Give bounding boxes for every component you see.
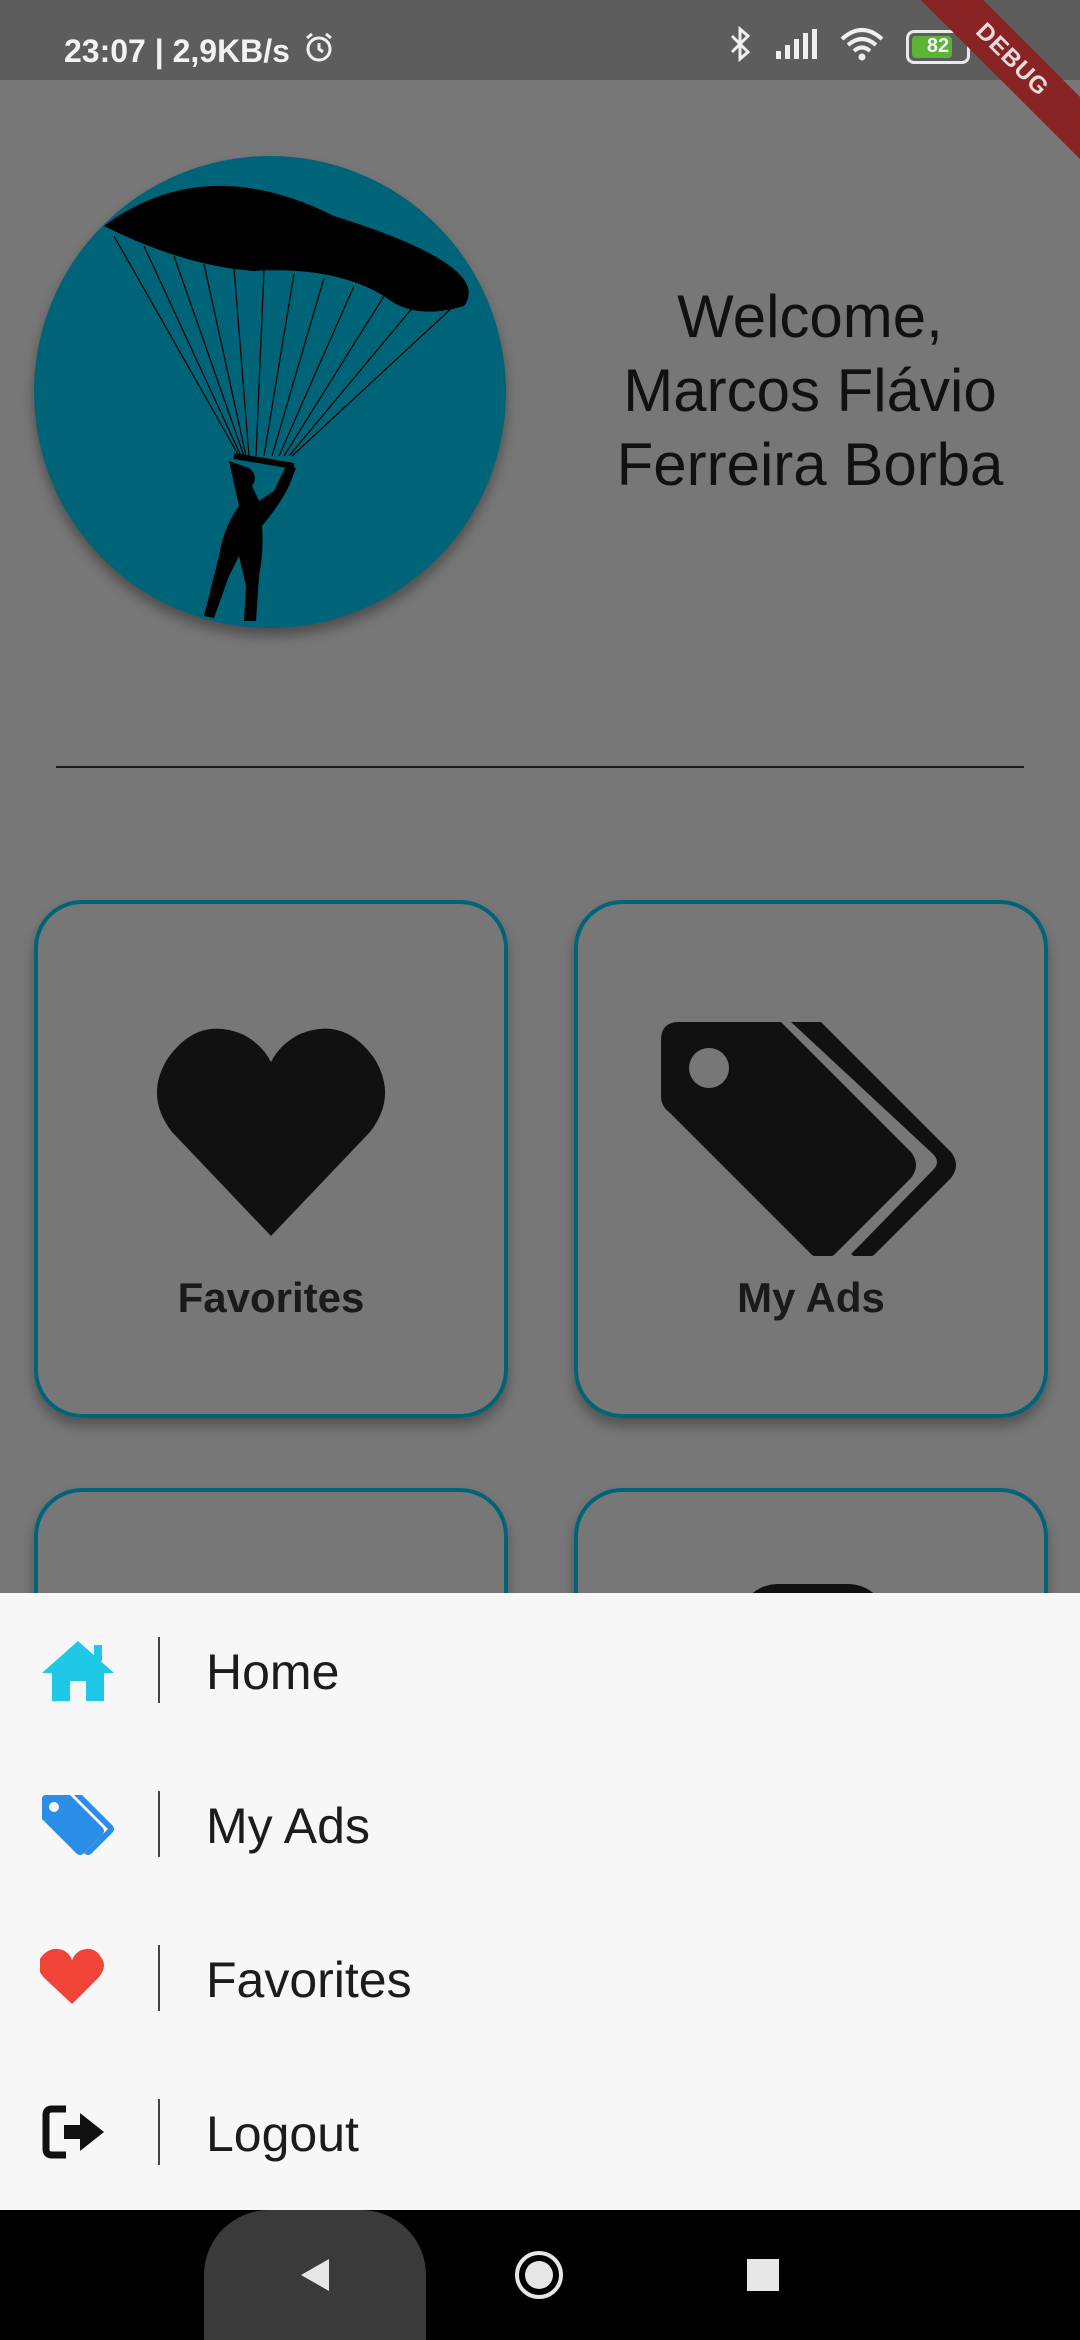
menu-label-my-ads: My Ads — [206, 1798, 370, 1854]
menu-item-home[interactable]: Home — [0, 1593, 1080, 1747]
menu-item-favorites[interactable]: Favorites — [0, 1901, 1080, 2055]
welcome-text: Welcome, Marcos Flávio Ferreira Borba — [616, 283, 1004, 498]
section-divider — [56, 766, 1024, 768]
bottom-menu: Home My Ads Favorites Logout — [0, 1593, 1080, 2210]
welcome-message: Welcome, Marcos Flávio Ferreira Borba — [560, 280, 1060, 502]
favorites-card-label: Favorites — [177, 1274, 365, 1321]
recents-icon[interactable] — [718, 2210, 808, 2340]
navigation-bar — [0, 2210, 1080, 2340]
status-time-speed: 23:07 | 2,9KB/s — [64, 32, 290, 69]
signal-icon — [774, 27, 818, 66]
tags-icon — [578, 1020, 1044, 1261]
profile-avatar — [34, 156, 506, 628]
status-bar: 23:07 | 2,9KB/s 82 DEBUG — [0, 0, 1080, 168]
my-ads-card-label: My Ads — [737, 1274, 885, 1321]
home-circle-icon[interactable] — [494, 2210, 584, 2340]
menu-item-my-ads[interactable]: My Ads — [0, 1747, 1080, 1901]
tags-icon — [40, 1791, 116, 1857]
battery-level: 82 — [926, 35, 950, 57]
menu-label-home: Home — [206, 1644, 340, 1700]
home-icon — [40, 1637, 116, 1703]
favorites-card[interactable]: Favorites — [34, 900, 508, 1418]
status-left: 23:07 | 2,9KB/s — [64, 30, 336, 72]
menu-separator — [158, 1945, 160, 2011]
heart-icon — [38, 1024, 504, 1243]
bluetooth-icon — [728, 25, 752, 67]
menu-label-logout: Logout — [206, 2106, 359, 2162]
logout-icon — [40, 2099, 116, 2165]
menu-separator — [158, 1637, 160, 1703]
menu-label-favorites: Favorites — [206, 1952, 412, 2008]
menu-item-logout[interactable]: Logout — [0, 2055, 1080, 2209]
alarm-icon — [302, 30, 336, 72]
my-ads-card[interactable]: My Ads — [574, 900, 1048, 1418]
menu-separator — [158, 1791, 160, 1857]
paraglider-icon — [104, 185, 469, 621]
heart-icon — [38, 1945, 116, 2011]
menu-separator — [158, 2099, 160, 2165]
back-icon[interactable] — [270, 2210, 360, 2340]
status-right: 82 — [728, 25, 970, 67]
wifi-icon — [840, 27, 884, 66]
